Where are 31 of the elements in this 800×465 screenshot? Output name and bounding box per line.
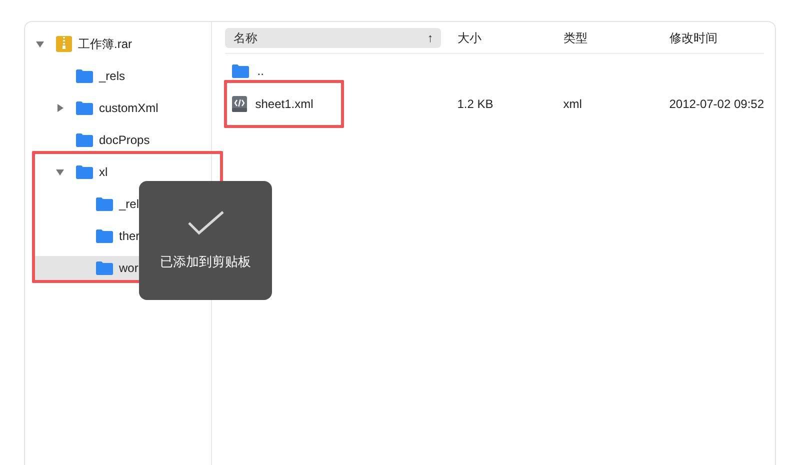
column-header[interactable]: 大小 bbox=[457, 30, 548, 46]
tree-item[interactable]: ther bbox=[35, 224, 212, 248]
checkmark-icon bbox=[188, 211, 224, 235]
sort-arrow-icon: ↑ bbox=[427, 31, 434, 45]
collapsed-caret-icon[interactable] bbox=[56, 104, 64, 112]
expanded-caret-icon[interactable] bbox=[56, 168, 64, 176]
file-row[interactable]: .. bbox=[225, 54, 764, 87]
tree-item[interactable]: docProps bbox=[35, 128, 212, 152]
type-cell-text: xml bbox=[563, 96, 583, 110]
tree-item[interactable]: customXml bbox=[35, 96, 212, 120]
expanded-caret-icon[interactable] bbox=[36, 40, 44, 48]
folder-icon bbox=[96, 197, 113, 211]
column-header[interactable]: 类型 bbox=[563, 30, 654, 46]
folder-icon bbox=[76, 165, 93, 179]
tree-item[interactable]: _rel bbox=[35, 192, 212, 216]
archive-icon bbox=[56, 36, 72, 52]
folder-icon bbox=[76, 101, 93, 115]
folder-icon bbox=[96, 261, 113, 275]
folder-icon bbox=[76, 133, 93, 147]
tree-item[interactable]: 工作簿.rar bbox=[35, 32, 212, 56]
folder-icon bbox=[76, 69, 93, 83]
folder-icon bbox=[96, 229, 113, 243]
folder-icon bbox=[232, 64, 250, 78]
size-cell-text: 1.2 KB bbox=[457, 96, 494, 110]
column-header[interactable]: 修改时间 bbox=[669, 30, 764, 46]
code-file-icon bbox=[232, 96, 248, 112]
file-row[interactable]: sheet1.xml 1.2 KB xml 2012-07-02 09:52 bbox=[225, 87, 764, 120]
column-header[interactable]: 名称 ↑ bbox=[225, 28, 442, 48]
date-cell: 2012-07-02 09:52 bbox=[669, 96, 764, 110]
tree-item[interactable]: _rels bbox=[35, 64, 212, 88]
tree-item[interactable]: xl bbox=[35, 160, 212, 184]
